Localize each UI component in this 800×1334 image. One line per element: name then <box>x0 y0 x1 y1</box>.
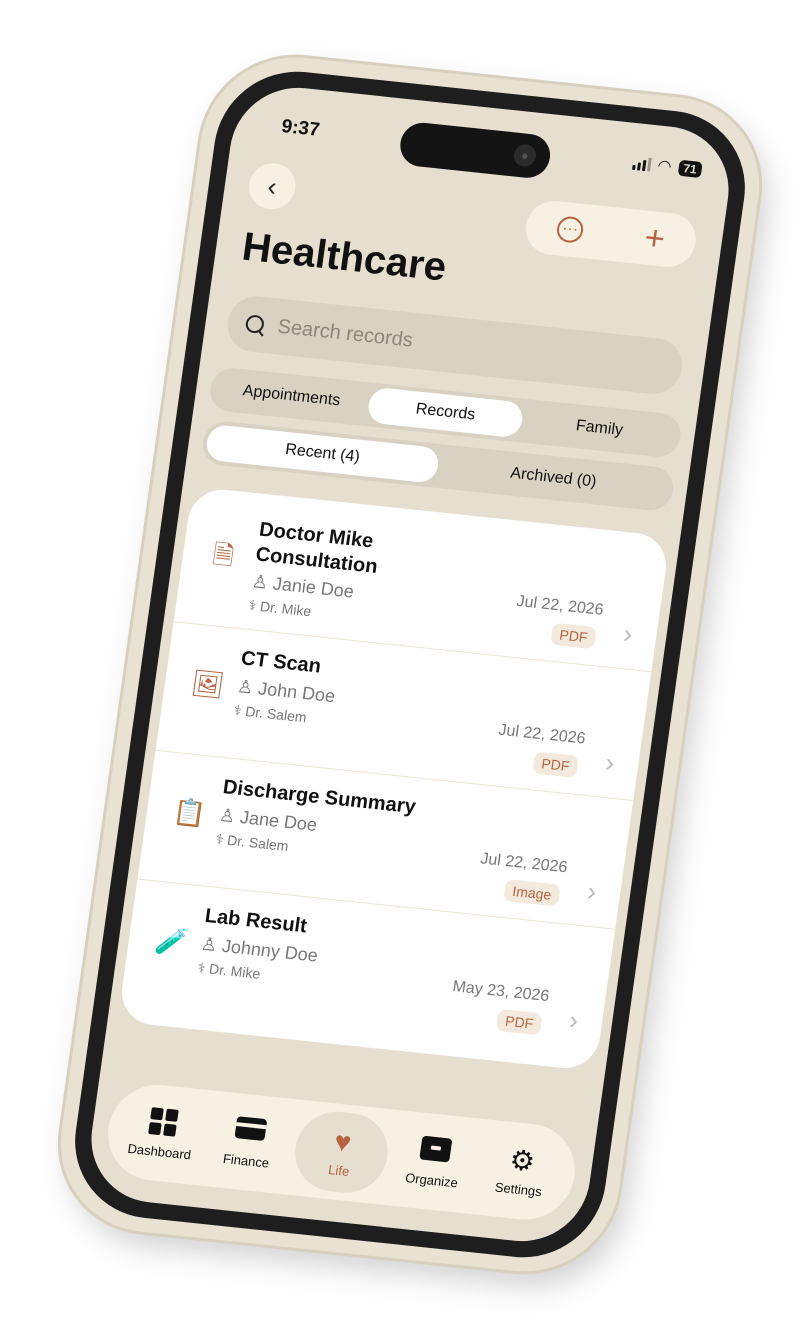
page-title: Healthcare <box>239 224 450 290</box>
record-type-badge: PDF <box>550 622 597 650</box>
record-date: Jul 22, 2026 <box>497 721 587 748</box>
battery-indicator: 71 <box>677 159 703 179</box>
credit-card-icon <box>233 1115 268 1149</box>
record-patient: John Doe <box>256 678 337 707</box>
gear-icon: ⚙ <box>507 1143 538 1177</box>
record-doctor: Dr. Salem <box>244 703 308 726</box>
nav-dashboard[interactable]: Dashboard <box>119 1104 206 1163</box>
add-record-icon[interactable]: + <box>642 219 667 259</box>
search-icon <box>244 314 266 334</box>
chevron-left-icon: ‹ <box>265 170 279 202</box>
nav-settings[interactable]: ⚙ Settings <box>478 1142 565 1201</box>
tab-appointments[interactable]: Appointments <box>212 370 371 422</box>
test-tubes-icon: 🧪 <box>153 924 190 958</box>
chevron-right-icon: › <box>603 747 617 778</box>
records-list: 🗎 Doctor Mike Consultation ♙ Janie Doe ⚕… <box>117 486 671 1072</box>
tab-recent[interactable]: Recent (4) <box>204 423 441 484</box>
image-icon: 🖼 <box>189 667 227 701</box>
wifi-icon: ◠ <box>656 157 673 176</box>
dashboard-icon <box>148 1106 179 1140</box>
status-icons: ◠ 71 <box>631 153 703 180</box>
tab-archived[interactable]: Archived (0) <box>435 448 671 508</box>
record-doctor: Dr. Salem <box>226 831 290 855</box>
record-patient: Janie Doe <box>271 573 356 602</box>
header-actions: ··· + <box>522 198 700 270</box>
nav-label: Organize <box>404 1169 459 1190</box>
record-type-badge: Image <box>503 879 561 907</box>
search-input[interactable] <box>274 313 631 376</box>
nav-label: Life <box>327 1161 351 1179</box>
signal-icon <box>631 156 652 172</box>
record-type-badge: PDF <box>532 751 579 778</box>
scene: 9:37 ● ◠ 71 ‹ ··· + Healthcare Search re… <box>0 0 800 1334</box>
nav-label: Finance <box>222 1150 271 1171</box>
status-time: 9:37 <box>280 116 321 141</box>
clipboard-icon: 📋 <box>171 796 208 830</box>
tab-records[interactable]: Records <box>365 386 525 439</box>
more-options-icon[interactable]: ··· <box>555 215 585 244</box>
nav-label: Dashboard <box>126 1140 193 1162</box>
record-patient: Jane Doe <box>238 807 319 835</box>
document-icon: 🗎 <box>210 539 236 571</box>
chevron-right-icon: › <box>567 1004 581 1036</box>
camera-icon: ● <box>512 143 538 168</box>
phone-device: 9:37 ● ◠ 71 ‹ ··· + Healthcare Search re… <box>48 48 772 1281</box>
record-date: May 23, 2026 <box>451 978 551 1006</box>
record-doctor: Dr. Mike <box>208 960 262 982</box>
tab-family[interactable]: Family <box>520 403 679 455</box>
nav-organize[interactable]: Organize <box>391 1133 478 1192</box>
record-date: Jul 22, 2026 <box>479 850 569 877</box>
record-date: Jul 22, 2026 <box>515 592 605 619</box>
chevron-right-icon: › <box>585 875 599 907</box>
record-patient: Johnny Doe <box>220 935 320 966</box>
archive-box-icon <box>419 1135 453 1168</box>
dynamic-island: ● <box>397 120 553 180</box>
heart-icon: ♥ <box>332 1125 354 1158</box>
nav-finance[interactable]: Finance <box>205 1113 292 1172</box>
record-doctor: Dr. Mike <box>259 598 313 620</box>
bottom-tab-bar: Dashboard Finance ♥ Life Organize ⚙ Sett… <box>101 1080 581 1225</box>
nav-life[interactable]: ♥ Life <box>290 1107 393 1197</box>
back-button[interactable]: ‹ <box>246 161 299 212</box>
record-type-badge: PDF <box>495 1008 543 1036</box>
app-screen: 9:37 ● ◠ 71 ‹ ··· + Healthcare Search re… <box>82 81 738 1248</box>
nav-label: Settings <box>493 1179 543 1199</box>
chevron-right-icon: › <box>621 618 635 649</box>
